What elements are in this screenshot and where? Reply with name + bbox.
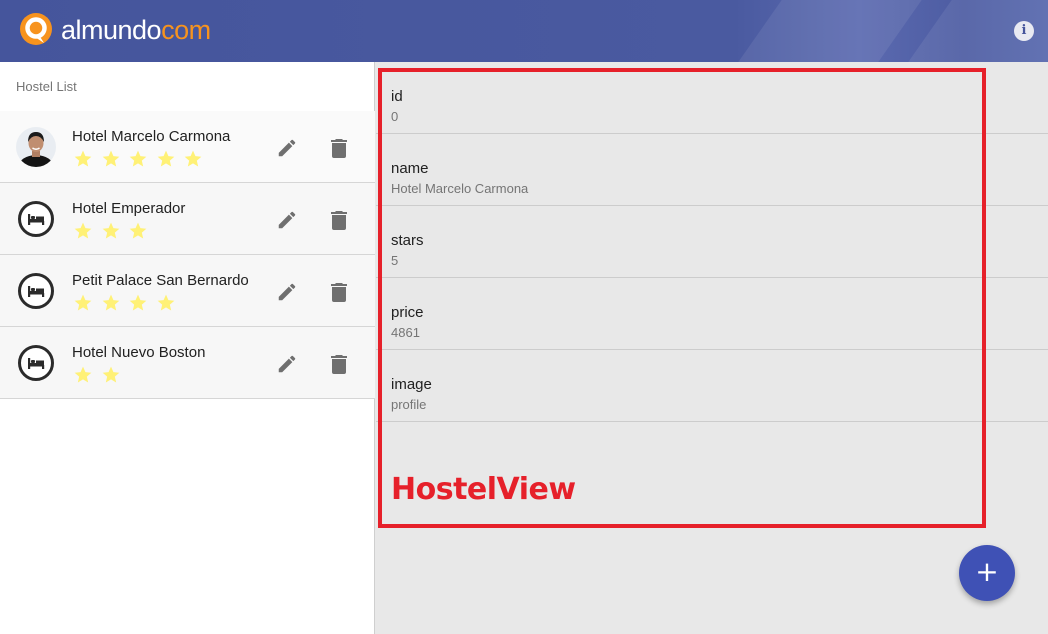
hostel-name: Hotel Nuevo Boston [72,344,206,361]
edit-button[interactable] [276,137,298,159]
hostel-list-panel: Hostel List Hotel Marcelo Carmona Hotel E… [0,62,375,634]
delete-button[interactable] [330,281,348,303]
star-icon [102,294,119,311]
pencil-icon [278,139,296,157]
star-icon [129,294,147,311]
bed-icon [18,201,54,237]
star-rating [72,149,210,169]
star-icon [74,222,92,239]
list-item[interactable]: Hotel Nuevo Boston [0,327,375,399]
bed-icon [18,345,54,381]
pencil-icon [278,211,296,229]
hostel-name: Petit Palace San Bernardo [72,272,249,289]
star-icon [129,150,147,167]
delete-button[interactable] [330,353,348,375]
star-icon [157,294,174,311]
edit-button[interactable] [276,209,298,231]
annotation-box [378,68,986,528]
info-icon[interactable]: i [1014,21,1034,41]
annotation-label: HostelView [391,472,576,507]
hostel-name: Hotel Marcelo Carmona [72,128,231,145]
star-rating [72,293,182,313]
star-icon [129,222,147,239]
list-item[interactable]: Hotel Marcelo Carmona [0,111,375,183]
star-icon [74,366,92,383]
pencil-icon [278,283,296,301]
edit-button[interactable] [276,353,298,375]
trash-icon [331,355,347,374]
app-header: almundocom i [0,0,1048,62]
star-rating [72,365,127,385]
star-icon [74,294,92,311]
trash-icon [331,139,347,158]
brand-logo[interactable]: almundocom [18,10,211,50]
star-rating [72,221,155,241]
trash-icon [331,211,347,230]
sidebar-title: Hostel List [16,79,77,94]
star-icon [102,366,119,383]
star-icon [157,150,174,167]
list-item[interactable]: Petit Palace San Bernardo [0,255,375,327]
trash-icon [331,283,347,302]
avatar [16,127,56,167]
header-decoration [738,0,922,62]
hostel-name: Hotel Emperador [72,200,186,217]
edit-button[interactable] [276,281,298,303]
logo-text: almundocom [61,14,211,45]
add-hostel-button[interactable]: + [959,545,1015,601]
hostel-list: Hotel Marcelo Carmona Hotel Emperador Peti… [0,111,375,399]
star-icon [184,150,202,167]
delete-button[interactable] [330,209,348,231]
star-icon [74,150,92,167]
bed-icon [18,273,54,309]
logo-word-secondary: com [161,14,211,45]
logo-mark-icon [20,13,52,45]
logo-word-primary: almundo [61,14,162,45]
star-icon [102,150,119,167]
list-item[interactable]: Hotel Emperador [0,183,375,255]
pencil-icon [278,355,296,373]
delete-button[interactable] [330,137,348,159]
star-icon [102,222,119,239]
